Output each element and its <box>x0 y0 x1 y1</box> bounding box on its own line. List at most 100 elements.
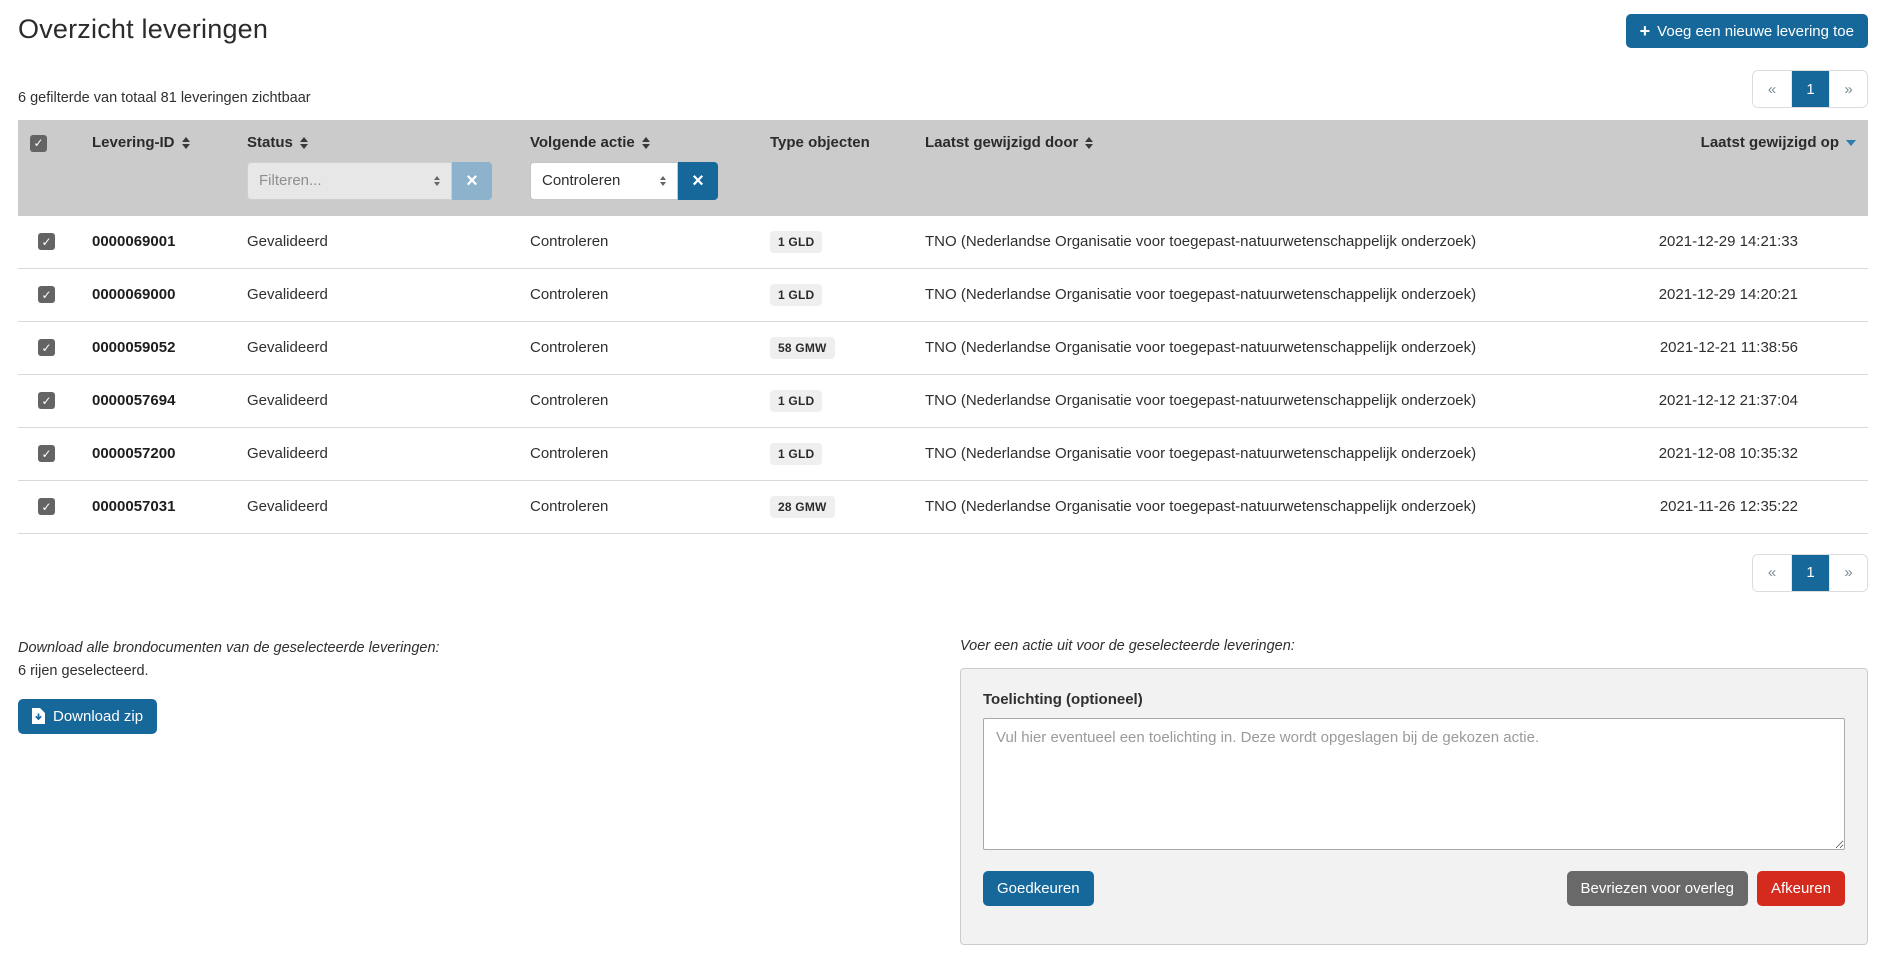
bevriezen-button[interactable]: Bevriezen voor overleg <box>1567 871 1748 906</box>
toelichting-label: Toelichting (optioneel) <box>983 691 1845 708</box>
toolbar-row: 6 gefilterde van totaal 81 leveringen zi… <box>18 70 1868 108</box>
col-label-laatst-gewijzigd-door: Laatst gewijzigd door <box>925 134 1078 151</box>
col-label-type-objecten: Type objecten <box>770 134 870 151</box>
action-caption: Voer een actie uit voor de geselecteerde… <box>960 638 1868 654</box>
sort-icon <box>300 137 308 149</box>
type-objecten-badge: 1 GLD <box>770 443 822 465</box>
laatst-gewijzigd-door: TNO (Nederlandse Organisatie voor toegep… <box>913 321 1647 374</box>
table-row: ✓ 0000069000 Gevalideerd Controleren 1 G… <box>18 268 1868 321</box>
laatst-gewijzigd-door: TNO (Nederlandse Organisatie voor toegep… <box>913 480 1647 533</box>
prev-page-button[interactable]: « <box>1753 555 1791 591</box>
type-objecten-badge: 58 GMW <box>770 337 835 359</box>
col-header-volgende-actie: Volgende actie <box>518 120 758 156</box>
goedkeuren-button[interactable]: Goedkeuren <box>983 871 1094 906</box>
volgende-actie-filter-select[interactable]: Controleren <box>530 162 678 200</box>
row-checkbox[interactable]: ✓ <box>38 392 55 409</box>
laatst-gewijzigd-op: 2021-12-29 14:20:21 <box>1647 268 1868 321</box>
add-levering-button[interactable]: + Voeg een nieuwe levering toe <box>1626 14 1868 48</box>
laatst-gewijzigd-op: 2021-12-29 14:21:33 <box>1647 216 1868 269</box>
table-row: ✓ 0000057031 Gevalideerd Controleren 28 … <box>18 480 1868 533</box>
laatst-gewijzigd-op: 2021-12-12 21:37:04 <box>1647 374 1868 427</box>
clear-icon: × <box>466 171 478 191</box>
volgende-actie-filter-clear-button[interactable]: × <box>678 162 718 200</box>
select-arrows-icon <box>434 176 440 186</box>
row-checkbox[interactable]: ✓ <box>38 286 55 303</box>
add-levering-button-label: Voeg een nieuwe levering toe <box>1657 23 1854 40</box>
table-row: ✓ 0000057200 Gevalideerd Controleren 1 G… <box>18 427 1868 480</box>
check-icon: ✓ <box>41 342 51 354</box>
afkeuren-button[interactable]: Afkeuren <box>1757 871 1845 906</box>
levering-id: 0000069000 <box>80 268 235 321</box>
levering-id: 0000057031 <box>80 480 235 533</box>
volgende-actie-filter: Controleren × <box>530 162 718 200</box>
sort-laatst-gewijzigd-door[interactable]: Laatst gewijzigd door <box>925 134 1093 151</box>
sort-icon <box>182 137 190 149</box>
laatst-gewijzigd-door: TNO (Nederlandse Organisatie voor toegep… <box>913 268 1647 321</box>
status-filter-cell: Filteren... × <box>235 156 518 216</box>
secondary-actions: Bevriezen voor overleg Afkeuren <box>1567 871 1845 906</box>
status: Gevalideerd <box>235 321 518 374</box>
overzicht-leveringen-page: Overzicht leveringen + Voeg een nieuwe l… <box>0 0 1886 945</box>
download-zip-button[interactable]: Download zip <box>18 699 157 734</box>
clear-icon: × <box>692 171 704 191</box>
col-label-volgende-actie: Volgende actie <box>530 134 635 151</box>
col-header-status: Status <box>235 120 518 156</box>
col-header-laatst-gewijzigd-door: Laatst gewijzigd door <box>913 120 1647 156</box>
pagination-bottom: « 1 » <box>1752 554 1868 592</box>
levering-id: 0000057694 <box>80 374 235 427</box>
action-panel: Toelichting (optioneel) Goedkeuren Bevri… <box>960 668 1868 945</box>
check-icon: ✓ <box>33 137 43 149</box>
laatst-gewijzigd-door: TNO (Nederlandse Organisatie voor toegep… <box>913 374 1647 427</box>
sort-volgende-actie[interactable]: Volgende actie <box>530 134 650 151</box>
check-icon: ✓ <box>41 501 51 513</box>
status: Gevalideerd <box>235 480 518 533</box>
select-all-checkbox[interactable]: ✓ <box>30 135 47 152</box>
volgende-actie-filter-cell: Controleren × <box>518 156 758 216</box>
next-page-button[interactable]: » <box>1829 555 1867 591</box>
current-page-button[interactable]: 1 <box>1791 71 1829 107</box>
check-icon: ✓ <box>41 236 51 248</box>
status-filter: Filteren... × <box>247 162 492 200</box>
selected-rows-info: 6 rijen geselecteerd. <box>18 663 440 679</box>
prev-page-button[interactable]: « <box>1753 71 1791 107</box>
levering-id: 0000057200 <box>80 427 235 480</box>
filter-summary: 6 gefilterde van totaal 81 leveringen zi… <box>18 90 311 108</box>
laatst-gewijzigd-op: 2021-12-21 11:38:56 <box>1647 321 1868 374</box>
status: Gevalideerd <box>235 427 518 480</box>
sort-status[interactable]: Status <box>247 134 308 151</box>
col-label-levering-id: Levering-ID <box>92 134 175 151</box>
col-label-status: Status <box>247 134 293 151</box>
sort-icon <box>1085 137 1093 149</box>
check-icon: ✓ <box>41 395 51 407</box>
status-filter-clear-button[interactable]: × <box>452 162 492 200</box>
status: Gevalideerd <box>235 268 518 321</box>
pagination-top: « 1 » <box>1752 70 1868 108</box>
toelichting-textarea[interactable] <box>983 718 1845 850</box>
levering-id: 0000059052 <box>80 321 235 374</box>
laatst-gewijzigd-op: 2021-12-08 10:35:32 <box>1647 427 1868 480</box>
row-checkbox[interactable]: ✓ <box>38 445 55 462</box>
action-buttons: Goedkeuren Bevriezen voor overleg Afkeur… <box>983 871 1845 906</box>
status-filter-select[interactable]: Filteren... <box>247 162 452 200</box>
row-checkbox[interactable]: ✓ <box>38 498 55 515</box>
next-page-button[interactable]: » <box>1829 71 1867 107</box>
volgende-actie: Controleren <box>518 480 758 533</box>
leveringen-table: ✓ Levering-ID Status Volgende <box>18 120 1868 534</box>
check-icon: ✓ <box>41 289 51 301</box>
download-section: Download alle brondocumenten van de gese… <box>18 638 440 734</box>
top-bar: Overzicht leveringen + Voeg een nieuwe l… <box>18 14 1868 48</box>
pagination-bottom-row: « 1 » <box>18 554 1868 592</box>
volgende-actie: Controleren <box>518 374 758 427</box>
plus-icon: + <box>1640 22 1651 40</box>
header-filter-row: Filteren... × Controleren <box>18 156 1868 216</box>
row-checkbox[interactable]: ✓ <box>38 339 55 356</box>
sort-laatst-gewijzigd-op[interactable]: Laatst gewijzigd op <box>1701 134 1856 151</box>
row-checkbox[interactable]: ✓ <box>38 233 55 250</box>
type-objecten-badge: 1 GLD <box>770 284 822 306</box>
bottom-sections: Download alle brondocumenten van de gese… <box>18 638 1868 945</box>
current-page-button[interactable]: 1 <box>1791 555 1829 591</box>
sort-levering-id[interactable]: Levering-ID <box>92 134 190 151</box>
table-body: ✓ 0000069001 Gevalideerd Controleren 1 G… <box>18 216 1868 534</box>
status: Gevalideerd <box>235 374 518 427</box>
table-header: ✓ Levering-ID Status Volgende <box>18 120 1868 216</box>
